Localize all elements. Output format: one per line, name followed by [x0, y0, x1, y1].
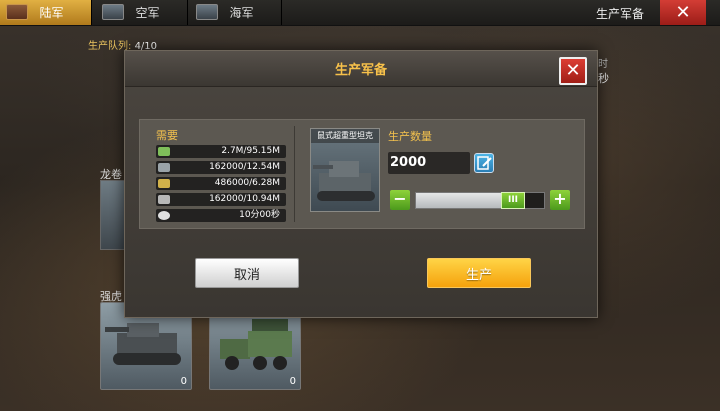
- quantity-label: 生产数量: [388, 130, 432, 143]
- produce-button[interactable]: 生产: [427, 258, 531, 288]
- production-panel: 需要 2.7M/95.15M 162000/12.54M 486000/6.28…: [139, 119, 585, 229]
- requirement-row: 486000/6.28M: [156, 177, 286, 190]
- top-bar: 陆军 空军 海军 生产军备 ✕: [0, 0, 720, 26]
- unit-preview: 鼠式超重型坦克: [310, 128, 380, 212]
- tab-airforce-label: 空军: [135, 6, 160, 20]
- side-time-label: 时: [598, 59, 608, 70]
- tab-navy[interactable]: 海军: [190, 0, 282, 25]
- unit-count: 0: [289, 376, 296, 387]
- airforce-icon: [102, 4, 124, 20]
- requirement-value: 486000/6.28M: [214, 178, 280, 188]
- requirement-value: 10分00秒: [239, 210, 280, 220]
- dialog-close-button[interactable]: ✕: [559, 57, 587, 85]
- edit-icon: [477, 156, 492, 170]
- page-title: 生产军备: [596, 7, 645, 21]
- close-icon: ✕: [675, 2, 691, 23]
- tab-navy-label: 海军: [229, 6, 254, 20]
- decrease-button[interactable]: −: [390, 190, 410, 210]
- navy-icon: [196, 4, 218, 20]
- requirement-value: 2.7M/95.15M: [221, 146, 280, 156]
- close-icon: ✕: [565, 60, 581, 81]
- dialog-header: 生产军备: [125, 51, 597, 87]
- requirements-title: 需要: [156, 129, 178, 142]
- requirement-row: 162000/12.54M: [156, 161, 286, 174]
- tab-army-label: 陆军: [39, 6, 64, 20]
- steel-icon: [158, 163, 170, 172]
- quantity-input[interactable]: 2000: [388, 152, 470, 174]
- requirement-value: 162000/10.94M: [209, 194, 280, 204]
- quantity-slider[interactable]: III: [415, 192, 545, 209]
- slider-handle[interactable]: III: [501, 192, 525, 209]
- unit-count: 0: [180, 376, 187, 387]
- tab-army[interactable]: 陆军: [0, 0, 92, 25]
- requirement-value: 162000/12.54M: [209, 162, 280, 172]
- requirement-row: 162000/10.94M: [156, 193, 286, 206]
- time-icon: [158, 211, 170, 220]
- side-seconds-label: 秒: [598, 72, 609, 85]
- rocket-truck-icon: [220, 319, 292, 370]
- panel-divider: [294, 126, 295, 222]
- cancel-button[interactable]: 取消: [195, 258, 299, 288]
- edit-quantity-button[interactable]: [474, 153, 494, 173]
- dialog-title: 生产军备: [334, 63, 387, 78]
- tank-icon: [105, 323, 181, 365]
- increase-button[interactable]: +: [550, 190, 570, 210]
- rare-earth-icon: [158, 195, 170, 204]
- army-icon: [6, 4, 28, 20]
- money-icon: [158, 147, 170, 156]
- requirement-row: 2.7M/95.15M: [156, 145, 286, 158]
- tab-airforce[interactable]: 空军: [96, 0, 188, 25]
- requirement-row: 10分00秒: [156, 209, 286, 222]
- close-button[interactable]: ✕: [660, 0, 706, 25]
- oil-icon: [158, 179, 170, 188]
- unit-name: 鼠式超重型坦克: [311, 129, 379, 143]
- tank-icon: [313, 161, 375, 201]
- slider-fill: [416, 193, 513, 208]
- produce-dialog: 生产军备 ✕ 需要 2.7M/95.15M 162000/12.54M 4860…: [124, 50, 598, 318]
